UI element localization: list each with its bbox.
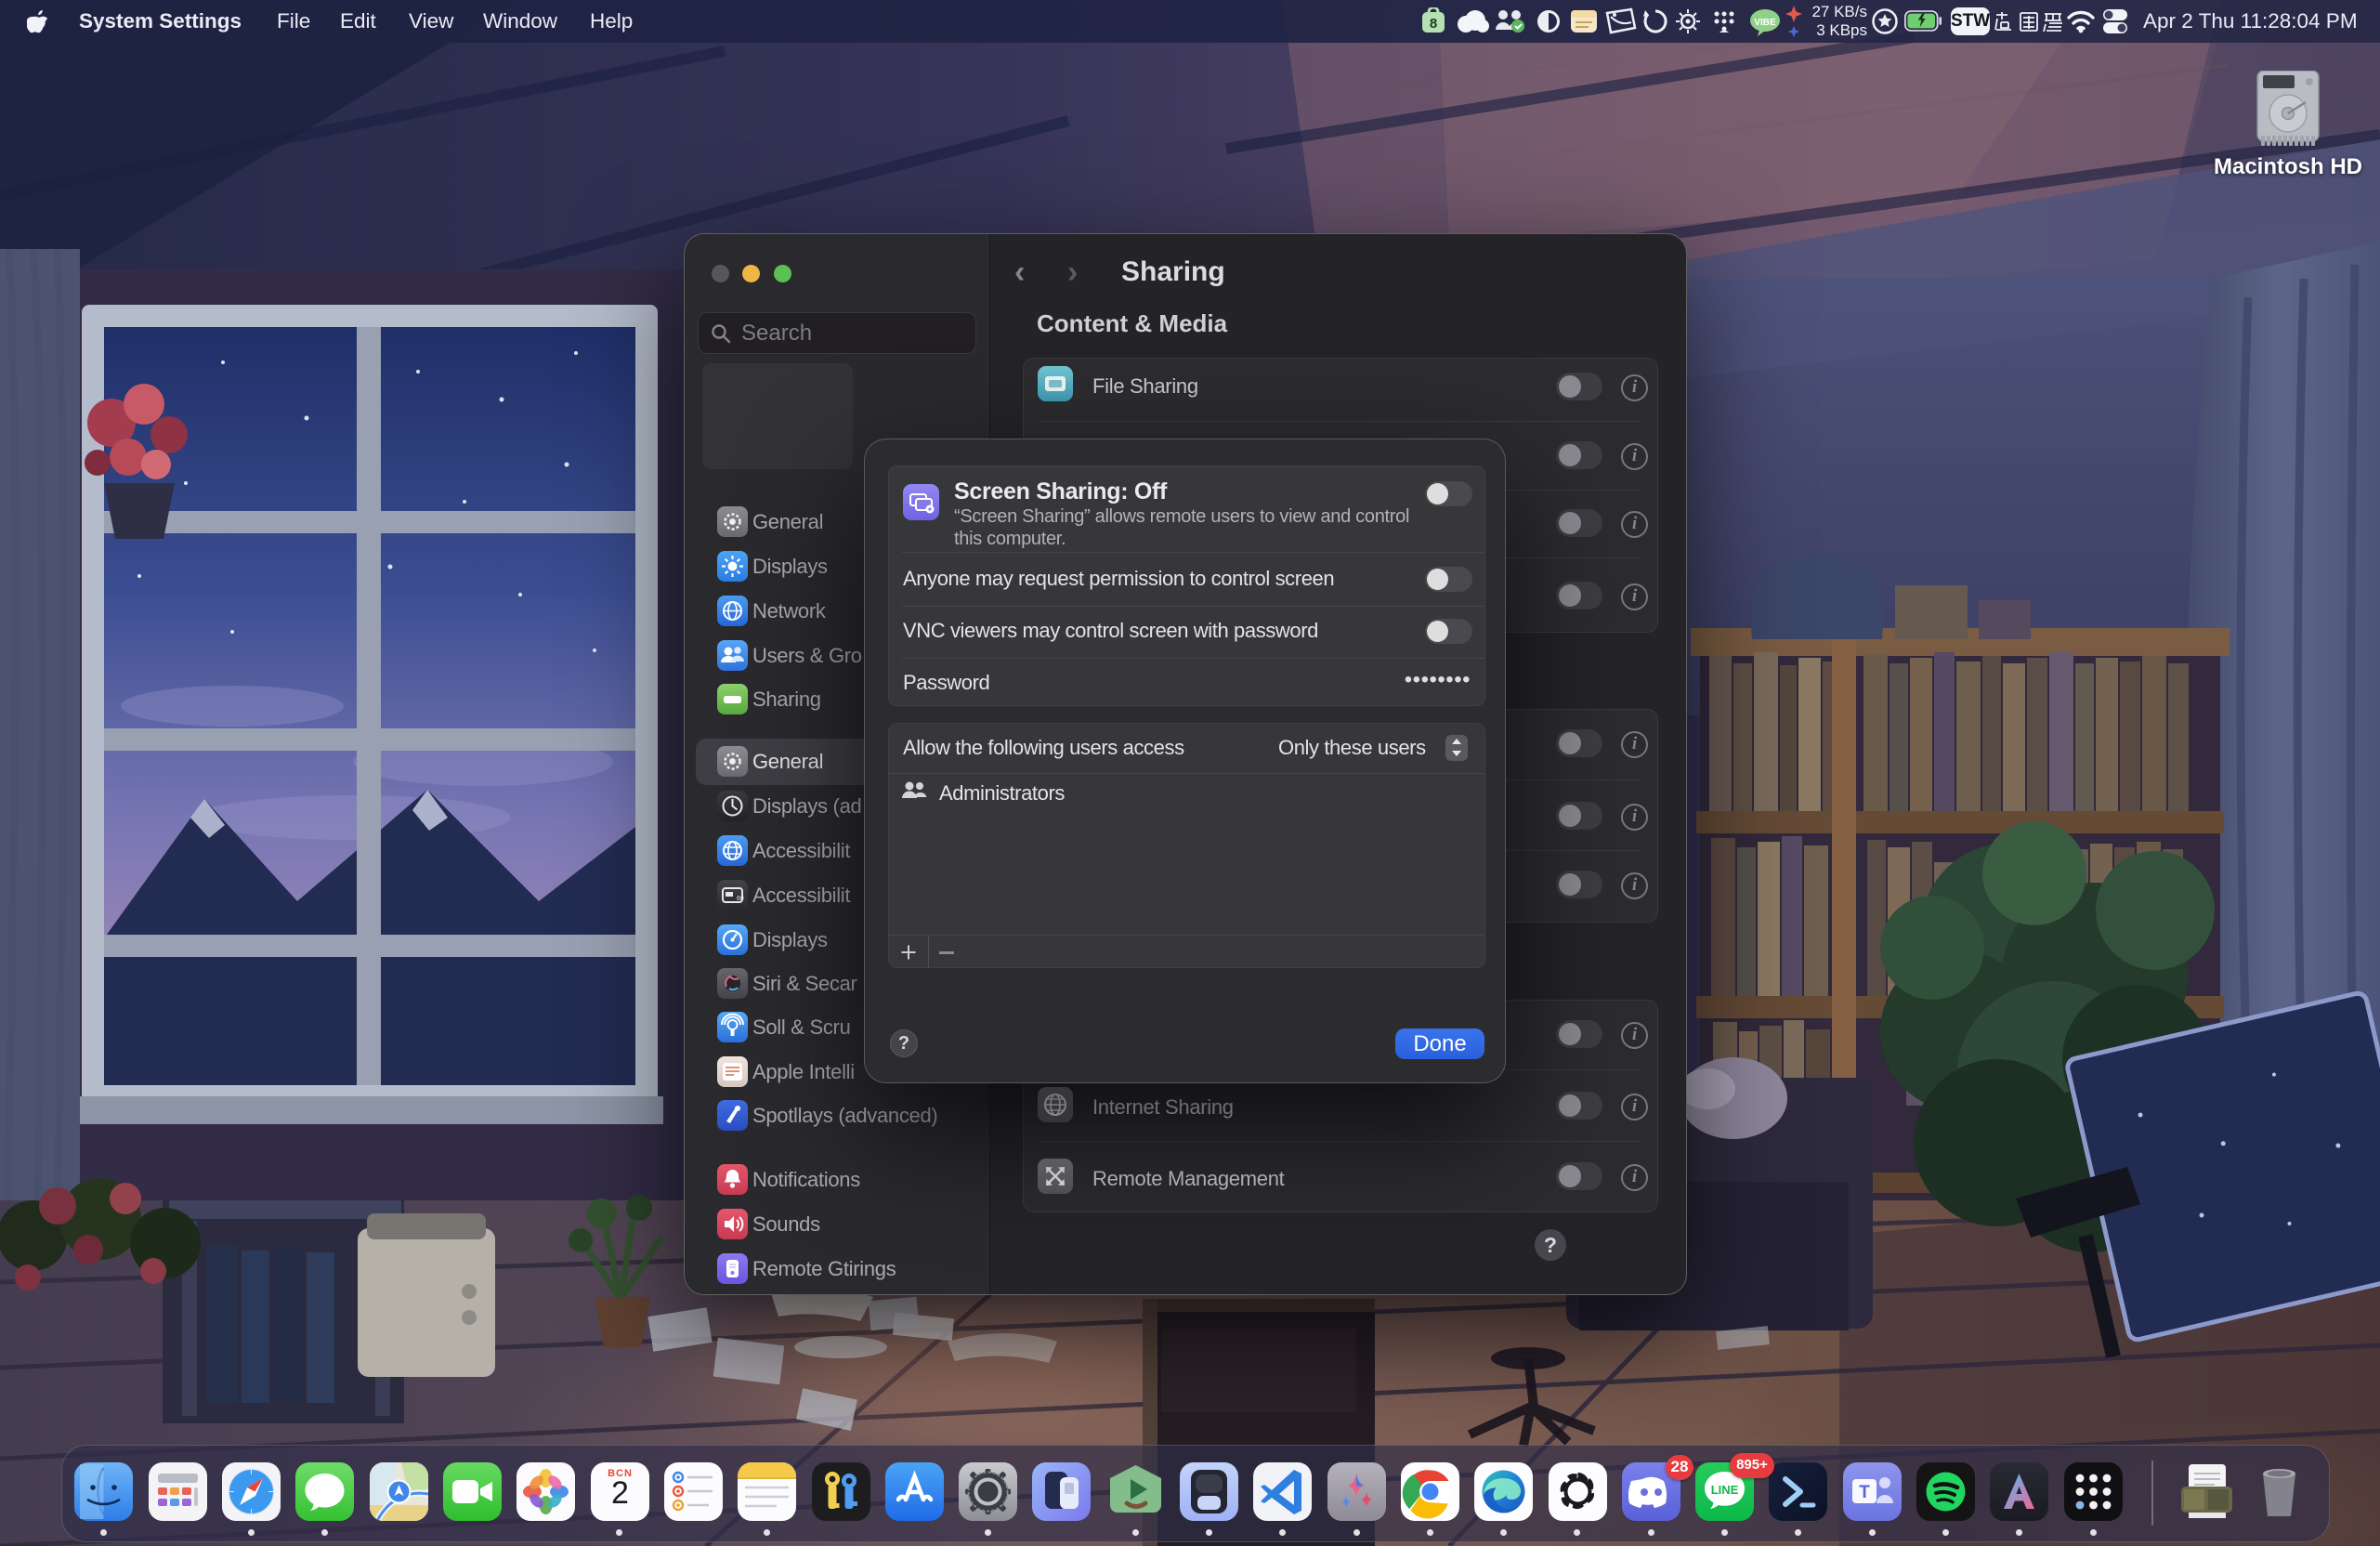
svg-text:VIBE: VIBE — [1754, 18, 1776, 28]
svg-text:T: T — [1859, 1483, 1870, 1502]
svg-text:60: 60 — [737, 896, 744, 902]
svg-text:LINE: LINE — [1711, 1483, 1739, 1497]
svg-text:8: 8 — [1430, 16, 1437, 32]
